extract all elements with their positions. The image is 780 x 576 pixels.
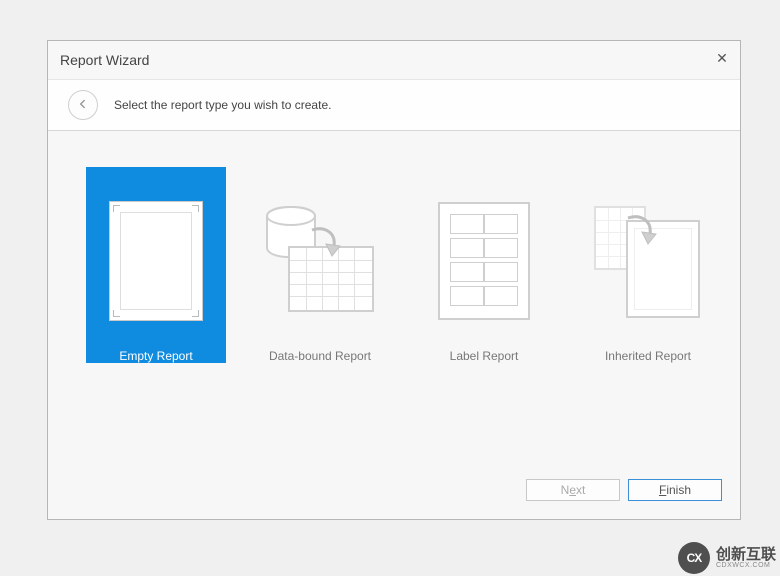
report-type-options: Empty Report	[86, 167, 718, 363]
close-button[interactable]: ✕	[712, 49, 732, 69]
option-label-report[interactable]: Label Report	[414, 167, 554, 363]
watermark: CX 创新互联 CDXWCX.COM	[678, 542, 776, 574]
option-label: Label Report	[450, 349, 519, 363]
finish-label-ul: F	[659, 483, 666, 497]
option-databound-report[interactable]: Data-bound Report	[250, 167, 390, 363]
watermark-main: 创新互联	[716, 547, 776, 562]
back-arrow-icon	[76, 97, 90, 114]
label-report-icon	[430, 187, 538, 335]
finish-label-post: inish	[666, 483, 691, 497]
report-wizard-dialog: Report Wizard ✕ Select the report type y…	[47, 40, 741, 520]
empty-report-icon	[102, 187, 210, 335]
option-empty-report[interactable]: Empty Report	[86, 167, 226, 363]
dialog-title: Report Wizard	[60, 52, 149, 68]
watermark-sub: CDXWCX.COM	[716, 562, 776, 569]
watermark-logo-icon: CX	[678, 542, 710, 574]
finish-button[interactable]: Finish	[628, 479, 722, 501]
option-inherited-report[interactable]: Inherited Report	[578, 167, 718, 363]
next-label-pre: N	[561, 483, 570, 497]
back-button[interactable]	[68, 90, 98, 120]
instruction-bar: Select the report type you wish to creat…	[48, 80, 740, 131]
inherited-report-icon	[594, 187, 702, 335]
databound-report-icon	[266, 187, 374, 335]
footer-buttons: Next Finish	[526, 479, 722, 501]
option-label: Inherited Report	[605, 349, 691, 363]
instruction-text: Select the report type you wish to creat…	[114, 98, 331, 112]
watermark-text: 创新互联 CDXWCX.COM	[716, 547, 776, 569]
next-button: Next	[526, 479, 620, 501]
option-label: Empty Report	[119, 349, 192, 363]
next-label-ul: e	[569, 483, 576, 497]
content-area: Empty Report	[48, 131, 740, 471]
next-label-post: xt	[576, 483, 585, 497]
option-label: Data-bound Report	[269, 349, 371, 363]
titlebar: Report Wizard ✕	[48, 41, 740, 80]
